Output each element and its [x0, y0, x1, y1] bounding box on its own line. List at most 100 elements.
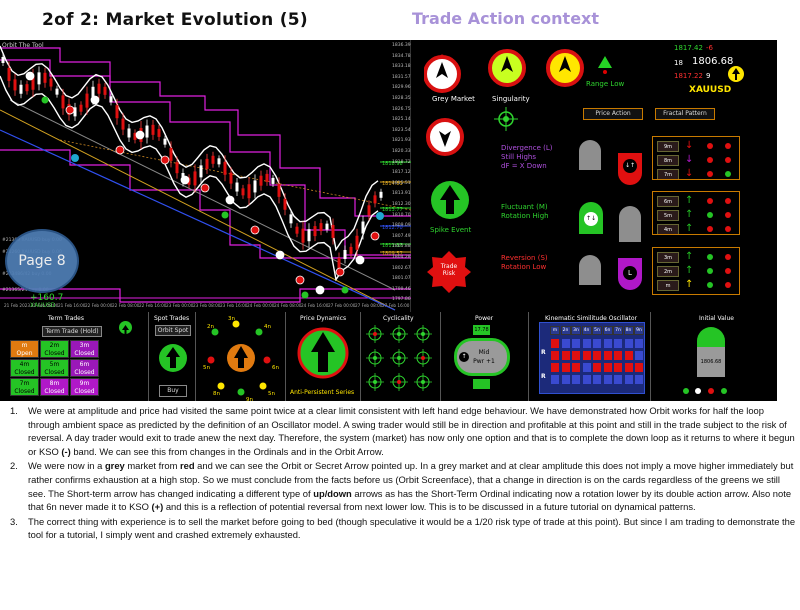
- term-cell-3m: 3m Closed: [70, 340, 99, 358]
- axis-time-label: 21 Feb 2023: [4, 303, 31, 308]
- kso-head-9n: 9n: [634, 326, 644, 335]
- id-readout-a: -6: [706, 44, 713, 52]
- kso-cell: [560, 338, 571, 349]
- price-readout-3: 1817.22: [674, 72, 703, 80]
- fractal-pattern-header: Fractal Pattern: [655, 108, 715, 120]
- power-mid-label: Mid: [478, 349, 490, 356]
- cyclicality-label: Cyclicality: [383, 315, 414, 322]
- axis-time-label: 22 Feb 00:00: [85, 303, 113, 308]
- grey-market-label: Grey Market: [432, 95, 475, 103]
- price-readout-1: 1817.42: [674, 44, 703, 52]
- crosshair-icon: [494, 107, 518, 131]
- axis-price-label: 1817.12: [392, 170, 411, 176]
- kso-head-3n: 3n: [571, 326, 581, 335]
- kso-cell: [581, 338, 592, 349]
- price-dynamics-arrow-icon: [297, 327, 349, 379]
- fractal-group-frame: [652, 191, 740, 235]
- fluctuant-label: Fluctuant (M): [501, 203, 548, 211]
- page-8-badge: Page 8: [5, 229, 79, 293]
- l-badge-icon: L: [623, 266, 637, 280]
- price-dynamics-label: Price Dynamics: [300, 315, 347, 322]
- kso-cell: [571, 338, 581, 349]
- kso-cell: [613, 362, 623, 373]
- note-text: We were now in a: [28, 460, 105, 472]
- axis-price-label: 1805.88: [392, 244, 411, 250]
- dial-label: 8n: [213, 391, 220, 397]
- kso-cell: [550, 362, 560, 373]
- kso-head-7n: 7n: [613, 326, 623, 335]
- term-trades-label: Term Trades: [48, 315, 85, 322]
- kso-cell: [550, 338, 560, 349]
- divergence-label: Divergence (L): [501, 144, 553, 152]
- axis-price-label: 1807.49: [392, 233, 411, 239]
- note-emphasis: grey: [104, 460, 125, 472]
- axis-price-label: 1833.18: [392, 64, 411, 70]
- range-low-arrow-icon: [598, 56, 612, 74]
- double-arrow-icon: ↓↑: [623, 159, 637, 173]
- fluctuant-line2: Rotation High: [501, 212, 549, 220]
- note-number: 2.: [10, 460, 18, 472]
- power-gauge: Mid Pwr +1 ↑: [454, 338, 510, 376]
- term-trade-hold-button[interactable]: Term Trade (Hold): [42, 326, 102, 337]
- note-item: 2. We were now in a grey market from red …: [10, 459, 798, 513]
- kso-cell: [613, 338, 623, 349]
- buy-button[interactable]: Buy: [159, 385, 187, 397]
- divergence-block: Divergence (L) Still Highs dF = X Down: [501, 144, 552, 171]
- axis-price-label: 1812.30: [392, 202, 411, 207]
- notes-list: 1. We were at amplitude and price had vis…: [10, 404, 798, 543]
- kso-row-marker: R: [541, 349, 546, 356]
- power-pwr-label: Pwr +1: [473, 358, 495, 365]
- kso-cell: [560, 374, 571, 385]
- kso-cell: [613, 374, 623, 385]
- divergence-line2: Still Highs: [501, 153, 536, 161]
- kso-cell: [602, 374, 613, 385]
- power-mid-block: Mid Pwr +1: [471, 348, 497, 366]
- note-emphasis: red: [179, 460, 195, 472]
- axis-price-label: 1810.70: [392, 212, 411, 218]
- dial-label: 5n: [203, 365, 210, 371]
- kso-cell: [602, 338, 613, 349]
- kso-cell: [592, 362, 602, 373]
- dial-label: 9n: [246, 397, 253, 401]
- kso-cell: [602, 362, 613, 373]
- reversion-block: Reversion (S) Rotation Low: [501, 254, 548, 272]
- axis-price-label: 1813.91: [392, 191, 411, 197]
- reversion-line2: Rotation Low: [501, 263, 547, 271]
- initial-value-label: Initial Value: [699, 315, 734, 322]
- green-pa-shape: ↑↓: [579, 202, 603, 234]
- axis-price-label: 1821.93: [392, 138, 411, 144]
- kso-cell: [623, 374, 634, 385]
- kso-cell: [560, 362, 571, 373]
- term-cell-8m: 8m Closed: [40, 378, 69, 396]
- axis-price-label: 1820.33: [392, 149, 411, 154]
- orbit-spot-button[interactable]: Orbit Spot: [155, 325, 191, 336]
- dial-label: 3n: [228, 316, 235, 322]
- kso-head-5n: 5n: [592, 326, 602, 335]
- term-cell-6m: 6m Closed: [70, 359, 99, 377]
- axis-time-label: 27 Feb 16:00: [382, 303, 410, 308]
- ordinal-dial: 2n 3n 4n 5n 6n 8n 9n 5n: [203, 316, 279, 401]
- note-emphasis: (-): [61, 445, 71, 457]
- grey-pa-shape-2: [619, 206, 641, 242]
- axis-price-label: 1828.35: [392, 96, 411, 101]
- range-low-label: Range Low: [586, 80, 625, 88]
- axis-price-label: 1809.09: [392, 223, 411, 229]
- dial-label: 4n: [264, 324, 271, 330]
- axis-price-label: 1836.39: [392, 43, 411, 48]
- page-header: 2of 2: Market Evolution (5) Trade Action…: [0, 0, 800, 42]
- kso-cell: [634, 350, 644, 361]
- term-cell-m: m Open: [10, 340, 39, 358]
- iv-dot-green-2: [721, 388, 727, 394]
- iv-dot-green-1: [683, 388, 689, 394]
- iv-dot-red: [708, 388, 714, 394]
- kso-cell: [581, 374, 592, 385]
- kso-cell: [571, 374, 581, 385]
- kso-cell: [634, 374, 644, 385]
- term-cell-7m: 7m Closed: [10, 378, 39, 396]
- note-emphasis: up/down: [313, 487, 352, 499]
- reversion-label: Reversion (S): [501, 254, 548, 262]
- kso-grid: m 2n 3n 4n 5n 6n 7n 8n 9n R R: [539, 322, 645, 394]
- id-readout-c: 9: [706, 72, 711, 80]
- axis-time-label: 23 Feb 00:00: [166, 303, 194, 308]
- axis-price-label: 1823.54: [392, 127, 411, 133]
